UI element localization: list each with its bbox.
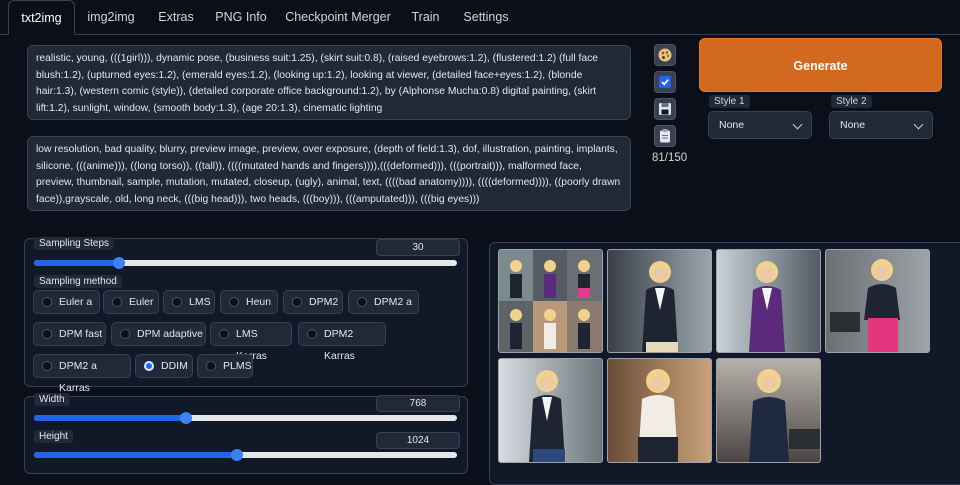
- style-2-value: None: [840, 119, 866, 131]
- sampler-label: DPM2 a Karras: [59, 360, 97, 394]
- sampler-dpm-adaptive[interactable]: DPM adaptive: [111, 322, 206, 346]
- height-label: Height: [34, 430, 73, 443]
- width-input[interactable]: 768: [376, 395, 460, 412]
- sampler-ddim[interactable]: DDIM: [135, 354, 193, 378]
- save-icon[interactable]: [654, 98, 676, 120]
- sampler-lms-karras[interactable]: LMS Karras: [210, 322, 292, 362]
- radio-dot: [219, 329, 229, 339]
- style-1-label: Style 1: [709, 95, 750, 108]
- slider-fill: [34, 452, 238, 458]
- tab-img2img[interactable]: img2img: [80, 0, 142, 34]
- sampler-label: DPM fast: [59, 328, 103, 340]
- sampler-dpm2-a[interactable]: DPM2 a: [348, 290, 419, 314]
- sampler-dpm-fast[interactable]: DPM fast: [33, 322, 106, 346]
- sampler-label: DPM adaptive: [137, 328, 203, 340]
- sampler-lms[interactable]: LMS: [163, 290, 215, 314]
- token-counter: 81/150: [652, 152, 688, 164]
- sampler-euler[interactable]: Euler: [103, 290, 159, 314]
- sampler-dpm2-a-karras[interactable]: DPM2 a Karras: [33, 354, 131, 394]
- radio-dot: [42, 297, 52, 307]
- style-2-label: Style 2: [831, 95, 872, 108]
- chevron-down-icon: [792, 119, 803, 130]
- checkbox-icon[interactable]: [654, 71, 676, 93]
- gallery-image[interactable]: [607, 358, 712, 463]
- radio-dot: [292, 297, 302, 307]
- sampler-euler-a[interactable]: Euler a: [33, 290, 100, 314]
- radio-dot: [307, 329, 317, 339]
- sampler-plms[interactable]: PLMS: [197, 354, 253, 378]
- tab-png-info[interactable]: PNG Info: [210, 0, 272, 34]
- radio-dot: [144, 361, 154, 371]
- negative-prompt-input[interactable]: low resolution, bad quality, blurry, pre…: [27, 136, 631, 211]
- sampler-heun[interactable]: Heun: [220, 290, 278, 314]
- sampling-steps-slider[interactable]: [34, 257, 457, 269]
- palette-icon[interactable]: [654, 44, 676, 66]
- tab-txt2img[interactable]: txt2img: [8, 0, 75, 35]
- gallery-image[interactable]: [716, 358, 821, 463]
- radio-dot: [112, 297, 122, 307]
- generate-button[interactable]: Generate: [699, 38, 942, 92]
- gallery-image-grid[interactable]: [498, 249, 603, 353]
- style-1-select[interactable]: None: [708, 111, 812, 139]
- tab-bar: txt2img img2img Extras PNG Info Checkpoi…: [0, 0, 960, 35]
- sampler-label: Heun: [246, 296, 272, 308]
- prompt-input[interactable]: realistic, young, (((1girl))), dynamic p…: [27, 45, 631, 120]
- style-1-value: None: [719, 119, 745, 131]
- radio-dot: [42, 329, 52, 339]
- sampler-label: DDIM: [161, 360, 188, 372]
- chevron-down-icon: [913, 119, 924, 130]
- gallery-image[interactable]: [716, 249, 821, 353]
- sampler-label: LMS: [189, 296, 211, 308]
- sampler-label: Euler: [129, 296, 154, 308]
- sampling-method-label: Sampling method: [34, 275, 122, 288]
- radio-dot: [42, 361, 52, 371]
- sampling-steps-label: Sampling Steps: [34, 237, 115, 250]
- slider-handle[interactable]: [112, 257, 125, 269]
- sampler-label: DPM2 a: [374, 296, 412, 308]
- sampler-label: Euler a: [59, 296, 93, 308]
- slider-fill: [34, 260, 119, 266]
- gallery-image[interactable]: [498, 358, 603, 463]
- sampler-label: PLMS: [223, 360, 252, 372]
- radio-dot: [229, 297, 239, 307]
- height-input[interactable]: 1024: [376, 432, 460, 449]
- slider-handle[interactable]: [231, 449, 244, 461]
- radio-dot: [172, 297, 182, 307]
- gallery-image[interactable]: [607, 249, 712, 353]
- slider-fill: [34, 415, 187, 421]
- gallery-image[interactable]: [825, 249, 930, 353]
- sampler-dpm2-karras[interactable]: DPM2 Karras: [298, 322, 386, 362]
- tab-extras[interactable]: Extras: [148, 0, 204, 34]
- width-slider[interactable]: [34, 412, 457, 424]
- radio-dot: [206, 361, 216, 371]
- sampler-dpm2[interactable]: DPM2: [283, 290, 343, 314]
- style-2-select[interactable]: None: [829, 111, 933, 139]
- radio-dot: [120, 329, 130, 339]
- sampler-label: DPM2: [309, 296, 339, 308]
- tab-checkpoint-merger[interactable]: Checkpoint Merger: [280, 0, 396, 34]
- sampler-label: DPM2 Karras: [324, 328, 355, 362]
- sampling-steps-input[interactable]: 30: [376, 239, 460, 256]
- clipboard-icon[interactable]: [654, 125, 676, 147]
- width-label: Width: [34, 393, 70, 406]
- height-slider[interactable]: [34, 449, 457, 461]
- tab-settings[interactable]: Settings: [456, 0, 516, 34]
- radio-dot: [357, 297, 367, 307]
- tab-train[interactable]: Train: [403, 0, 448, 34]
